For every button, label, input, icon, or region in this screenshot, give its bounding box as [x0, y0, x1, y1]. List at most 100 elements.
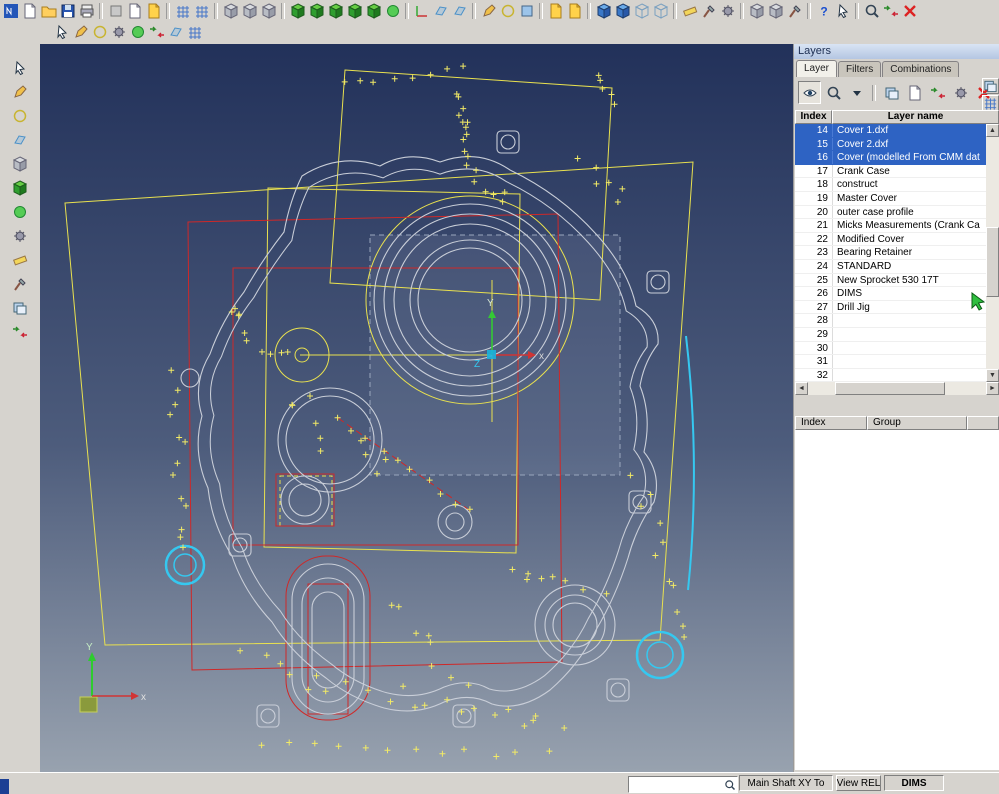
viewport[interactable]: Y x Z Y x [40, 44, 793, 772]
layer-row[interactable]: 19 Master Cover [795, 191, 986, 206]
view-front-icon[interactable] [221, 2, 240, 21]
solid-cylinder-icon[interactable] [307, 2, 326, 21]
swap2-icon[interactable] [147, 23, 166, 42]
wireframe-view-icon[interactable] [632, 2, 651, 21]
help-icon[interactable]: ? [814, 2, 833, 21]
pointer-tool-icon[interactable] [52, 23, 71, 42]
dims-status-field[interactable]: DIMS [884, 775, 944, 791]
workplane-status-field[interactable]: Main Shaft XY To [739, 775, 833, 791]
scroll-right-arrow-icon[interactable]: ► [986, 382, 999, 395]
scroll-down-arrow-icon[interactable]: ▼ [986, 369, 999, 382]
layer-row[interactable]: 16 Cover (modelled From CMM dat [795, 151, 986, 165]
layer-row[interactable]: 29 [795, 327, 986, 342]
render-view-icon[interactable] [613, 2, 632, 21]
plane-tool-icon[interactable] [7, 128, 33, 152]
panel-extra-list-icon[interactable] [982, 78, 999, 94]
solid-torus-icon[interactable] [345, 2, 364, 21]
panel-extra-grid-icon[interactable] [982, 95, 999, 111]
view-iso-icon[interactable] [259, 2, 278, 21]
measure-icon[interactable] [680, 2, 699, 21]
sketch-icon[interactable] [479, 2, 498, 21]
layer-table-vertical-scrollbar[interactable]: ▲ ▼ [986, 124, 999, 382]
circle-tool-icon[interactable] [498, 2, 517, 21]
import-dxf-icon[interactable] [546, 2, 565, 21]
view-side-icon[interactable] [240, 2, 259, 21]
ruler-tool-icon[interactable] [7, 248, 33, 272]
axis-icon[interactable] [412, 2, 431, 21]
swap-icon[interactable] [881, 2, 900, 21]
layer-zoom-icon[interactable] [823, 82, 844, 103]
open-file-icon[interactable] [39, 2, 58, 21]
layer-row[interactable]: 21 Micks Measurements (Crank Ca [795, 219, 986, 233]
plane2-icon[interactable] [166, 23, 185, 42]
layer-row[interactable]: 25 New Sprocket 530 17T [795, 273, 986, 288]
sketch2-icon[interactable] [71, 23, 90, 42]
layer-visibility-icon[interactable] [798, 81, 821, 104]
search-box[interactable] [628, 776, 738, 793]
view-rel-button[interactable]: View REL [836, 775, 881, 791]
group-table-body[interactable] [795, 430, 999, 770]
plane-icon[interactable] [431, 2, 450, 21]
layer-header-name[interactable]: Layer name [832, 110, 999, 124]
vscroll-thumb[interactable] [986, 227, 999, 297]
section-icon[interactable] [766, 2, 785, 21]
grid-icon[interactable] [173, 2, 192, 21]
hammer-tool-icon[interactable] [7, 272, 33, 296]
sphere-tool-icon[interactable] [128, 23, 147, 42]
analyze-icon[interactable] [747, 2, 766, 21]
tab-layer[interactable]: Layer [796, 60, 838, 77]
layer-row[interactable]: 32 [795, 368, 986, 382]
arc-tool-icon[interactable] [90, 23, 109, 42]
layer-row[interactable]: 18 construct [795, 178, 986, 192]
select-mode-icon[interactable] [833, 2, 852, 21]
layer-row[interactable]: 27 Drill Jig [795, 300, 986, 315]
move-layer-icon[interactable] [927, 82, 948, 103]
layer-row[interactable]: 26 DIMS [795, 287, 986, 301]
copy-layer-icon[interactable] [904, 82, 925, 103]
layer-row[interactable]: 30 [795, 341, 986, 356]
tab-combinations[interactable]: Combinations [882, 61, 960, 77]
repair-icon[interactable] [785, 2, 804, 21]
group-header-index[interactable]: Index [795, 416, 867, 430]
solid-tool-icon[interactable] [7, 176, 33, 200]
draw-tool-icon[interactable] [7, 80, 33, 104]
zoom-dropdown-caret-icon[interactable] [846, 82, 867, 103]
workplane-icon[interactable] [450, 2, 469, 21]
gear-tool-icon[interactable] [109, 23, 128, 42]
snap-grid-icon[interactable] [192, 2, 211, 21]
app-icon[interactable] [1, 2, 20, 21]
search-input[interactable] [629, 777, 722, 792]
layer-row[interactable]: 31 [795, 355, 986, 369]
nav-arrows-icon[interactable] [7, 320, 33, 344]
layers-panel-title[interactable]: Layers [794, 44, 999, 59]
layer-row[interactable]: 22 Modified Cover [795, 232, 986, 247]
layer-row[interactable]: 20 outer case profile [795, 205, 986, 220]
vscroll-track[interactable] [986, 137, 999, 369]
layer-header-index[interactable]: Index [795, 110, 832, 124]
solid-box-icon[interactable] [288, 2, 307, 21]
solid-cone-icon[interactable] [326, 2, 345, 21]
layer-row[interactable]: 17 Crank Case [795, 164, 986, 179]
group-header-group[interactable]: Group [867, 416, 967, 430]
settings-icon[interactable] [718, 2, 737, 21]
copy-icon[interactable] [125, 2, 144, 21]
layer-row[interactable]: 28 [795, 314, 986, 328]
cut-icon[interactable] [106, 2, 125, 21]
layer-settings-icon[interactable] [950, 82, 971, 103]
scroll-left-arrow-icon[interactable]: ◄ [795, 382, 808, 395]
export-dxf-icon[interactable] [565, 2, 584, 21]
gear2-tool-icon[interactable] [7, 224, 33, 248]
box-tool-icon[interactable] [7, 152, 33, 176]
tab-filters[interactable]: Filters [838, 61, 882, 77]
layer-row[interactable]: 14 Cover 1.dxf [795, 124, 986, 138]
select-tool-icon[interactable] [7, 56, 33, 80]
sphere2-tool-icon[interactable] [7, 200, 33, 224]
hidden-line-icon[interactable] [651, 2, 670, 21]
scroll-up-arrow-icon[interactable]: ▲ [986, 124, 999, 137]
layer-row[interactable]: 15 Cover 2.dxf [795, 137, 986, 152]
cad-viewport-canvas[interactable]: Y x Z Y x [40, 44, 793, 772]
save-icon[interactable] [58, 2, 77, 21]
solid-sphere-icon[interactable] [383, 2, 402, 21]
print-icon[interactable] [77, 2, 96, 21]
zoom-tool-icon[interactable] [862, 2, 881, 21]
